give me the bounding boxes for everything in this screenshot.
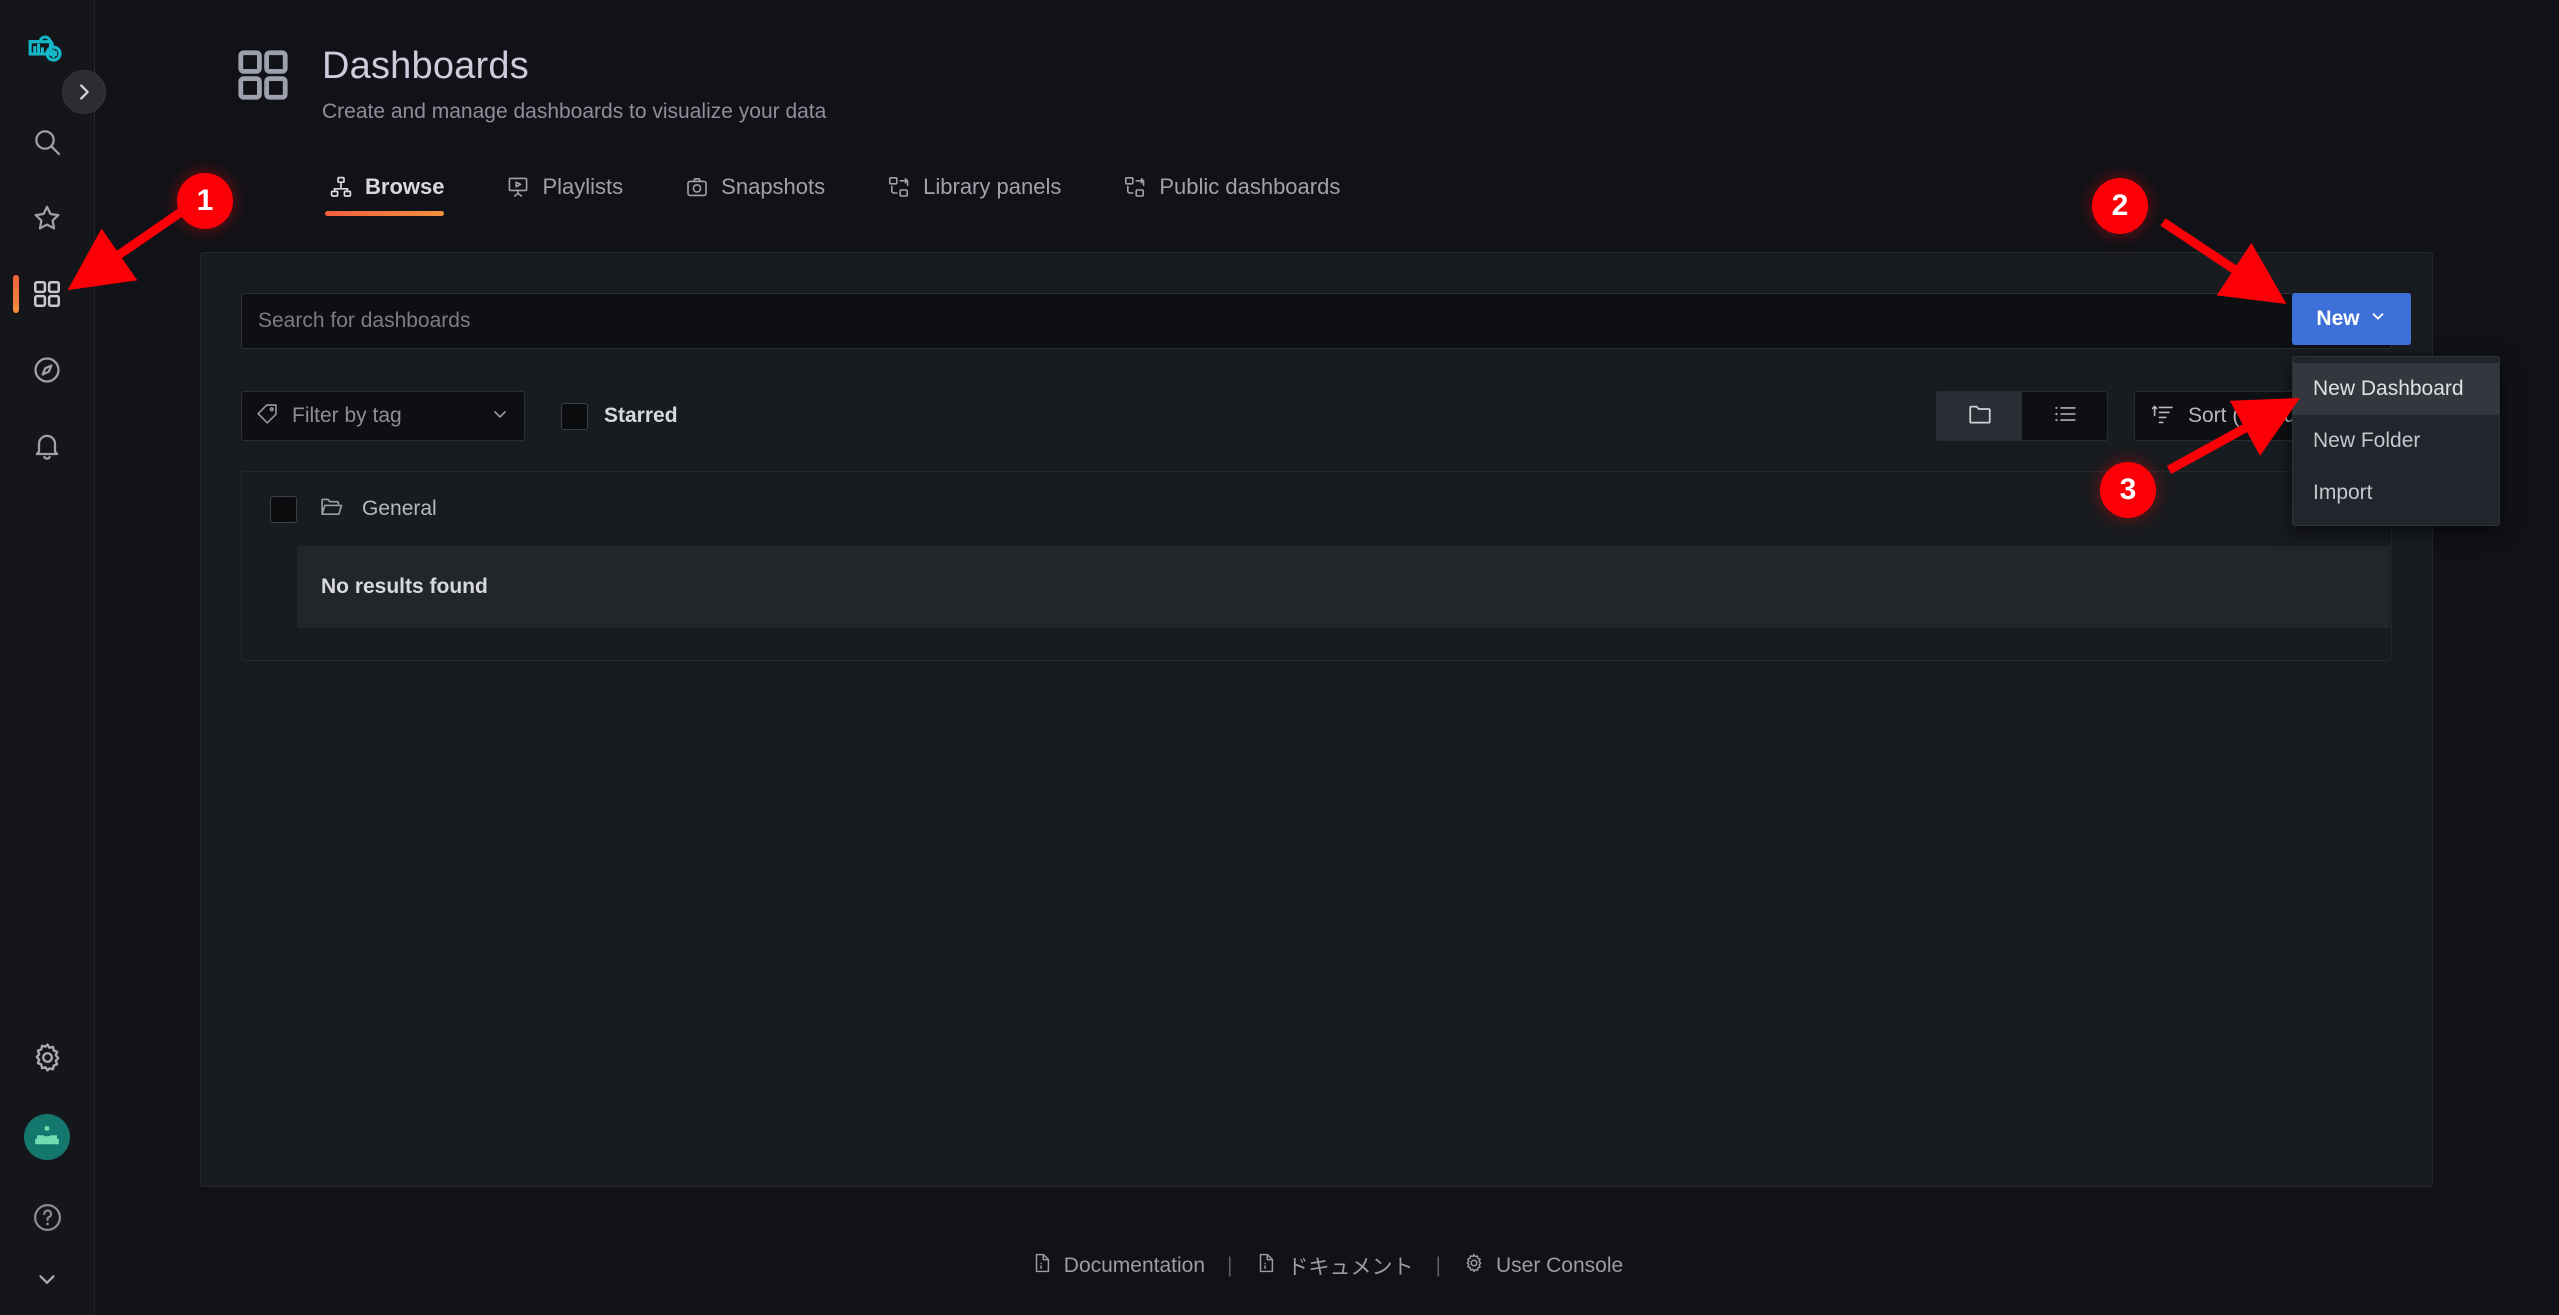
tab-playlists[interactable]: Playlists xyxy=(502,174,645,216)
footer-link-label: User Console xyxy=(1495,1254,1624,1277)
star-icon xyxy=(29,200,65,236)
gear-icon xyxy=(29,1039,65,1075)
starred-label: Starred xyxy=(604,404,678,427)
avatar-robot-icon xyxy=(24,1114,70,1160)
chevron-down-icon xyxy=(490,404,510,429)
presentation-play-icon xyxy=(506,175,530,199)
dashboards-tab-bar: Browse Playlists Snapshots Library panel… xyxy=(95,158,2559,216)
mega-menu-sidebar xyxy=(0,0,106,1315)
bell-icon xyxy=(29,428,65,464)
sidebar-bottom-section xyxy=(0,1017,94,1315)
compass-icon xyxy=(29,352,65,388)
page-footer: Documentation | ドキュメント | User Console xyxy=(95,1251,2559,1281)
tab-public-dashboards[interactable]: Public dashboards xyxy=(1119,174,1362,216)
camera-icon xyxy=(685,175,709,199)
dashboards-grid-icon xyxy=(29,276,65,312)
tab-label: Library panels xyxy=(923,174,1062,199)
app-root: Dashboards Create and manage dashboards … xyxy=(0,0,2559,1315)
dashboards-grid-icon xyxy=(232,44,294,106)
sidebar-item-alerting[interactable] xyxy=(0,408,94,484)
tag-filter-label: Filter by tag xyxy=(292,404,402,427)
empty-results-message: No results found xyxy=(297,546,2390,628)
footer-link-user-console[interactable]: User Console xyxy=(1463,1252,1623,1280)
sidebar-item-search[interactable] xyxy=(0,104,94,180)
tab-label: Snapshots xyxy=(721,174,826,199)
folder-view-button[interactable] xyxy=(1937,392,2022,440)
page-title: Dashboards xyxy=(322,45,529,87)
grafana-cloud-logo-icon[interactable] xyxy=(20,22,74,76)
gear-icon xyxy=(1463,1252,1485,1280)
starred-filter[interactable]: Starred xyxy=(561,402,678,430)
sidebar-item-help[interactable] xyxy=(0,1177,94,1257)
view-mode-toggle xyxy=(1936,391,2108,441)
tab-snapshots[interactable]: Snapshots xyxy=(681,174,847,216)
sidebar-item-user-avatar[interactable] xyxy=(0,1097,94,1177)
footer-separator: | xyxy=(1227,1254,1233,1277)
chevron-down-icon xyxy=(2369,307,2387,331)
dashboard-results-list: General No results found xyxy=(241,471,2392,661)
footer-separator: | xyxy=(1435,1254,1441,1277)
search-row xyxy=(241,293,2392,349)
sort-amount-up-icon xyxy=(2151,402,2175,431)
library-panel-icon xyxy=(1123,175,1147,199)
footer-link-documentation-ja[interactable]: ドキュメント xyxy=(1255,1251,1414,1281)
footer-link-documentation[interactable]: Documentation xyxy=(1031,1252,1205,1280)
new-folder-menu-item[interactable]: New Folder xyxy=(2293,415,2499,467)
page-title-row: Dashboards Create and manage dashboards … xyxy=(95,0,2559,124)
folder-icon xyxy=(1967,401,1993,432)
chevron-right-icon xyxy=(80,84,89,100)
import-menu-item[interactable]: Import xyxy=(2293,467,2499,519)
file-doc-icon xyxy=(1031,1252,1053,1280)
folder-open-icon xyxy=(319,494,344,524)
folder-checkbox[interactable] xyxy=(270,495,297,523)
new-button[interactable]: New xyxy=(2292,293,2411,345)
search-input[interactable] xyxy=(241,293,2392,349)
sidebar-expand-chevron[interactable] xyxy=(0,1257,94,1301)
library-panel-icon xyxy=(887,175,911,199)
starred-checkbox[interactable] xyxy=(561,402,588,430)
tag-filter-select[interactable]: Filter by tag xyxy=(241,391,525,441)
footer-link-label: Documentation xyxy=(1063,1254,1206,1277)
search-icon xyxy=(29,124,65,160)
sidebar-collapse-toggle[interactable] xyxy=(62,70,106,114)
filter-row: Filter by tag Starred Sort (Default A–Z) xyxy=(241,391,2392,441)
sitemap-icon xyxy=(329,175,353,199)
sidebar-item-dashboards[interactable] xyxy=(0,256,94,332)
folder-row-general[interactable]: General xyxy=(242,472,2391,546)
dashboards-content-panel: Filter by tag Starred xyxy=(200,252,2433,1187)
tab-label: Public dashboards xyxy=(1159,174,1341,199)
new-dropdown-menu: New Dashboard New Folder Import xyxy=(2292,356,2500,526)
page-subtitle: Create and manage dashboards to visualiz… xyxy=(322,100,827,123)
tab-label: Playlists xyxy=(542,174,624,199)
sidebar-item-starred[interactable] xyxy=(0,180,94,256)
folder-name: General xyxy=(362,497,437,520)
footer-link-label: ドキュメント xyxy=(1287,1256,1414,1279)
tab-label: Browse xyxy=(365,174,445,199)
file-doc-icon xyxy=(1255,1252,1277,1280)
tag-icon xyxy=(256,402,279,430)
tab-browse[interactable]: Browse xyxy=(325,174,466,216)
new-button-label: New xyxy=(2316,307,2360,330)
page-header: Dashboards Create and manage dashboards … xyxy=(95,0,2559,216)
tab-library-panels[interactable]: Library panels xyxy=(883,174,1083,216)
question-circle-icon xyxy=(29,1199,65,1235)
list-icon xyxy=(2052,401,2078,432)
chevron-down-icon xyxy=(29,1261,65,1297)
new-dashboard-menu-item[interactable]: New Dashboard xyxy=(2293,363,2499,415)
sidebar-item-configuration[interactable] xyxy=(0,1017,94,1097)
sidebar-item-explore[interactable] xyxy=(0,332,94,408)
flat-list-view-button[interactable] xyxy=(2022,392,2107,440)
sidebar-nav-list xyxy=(0,104,94,484)
